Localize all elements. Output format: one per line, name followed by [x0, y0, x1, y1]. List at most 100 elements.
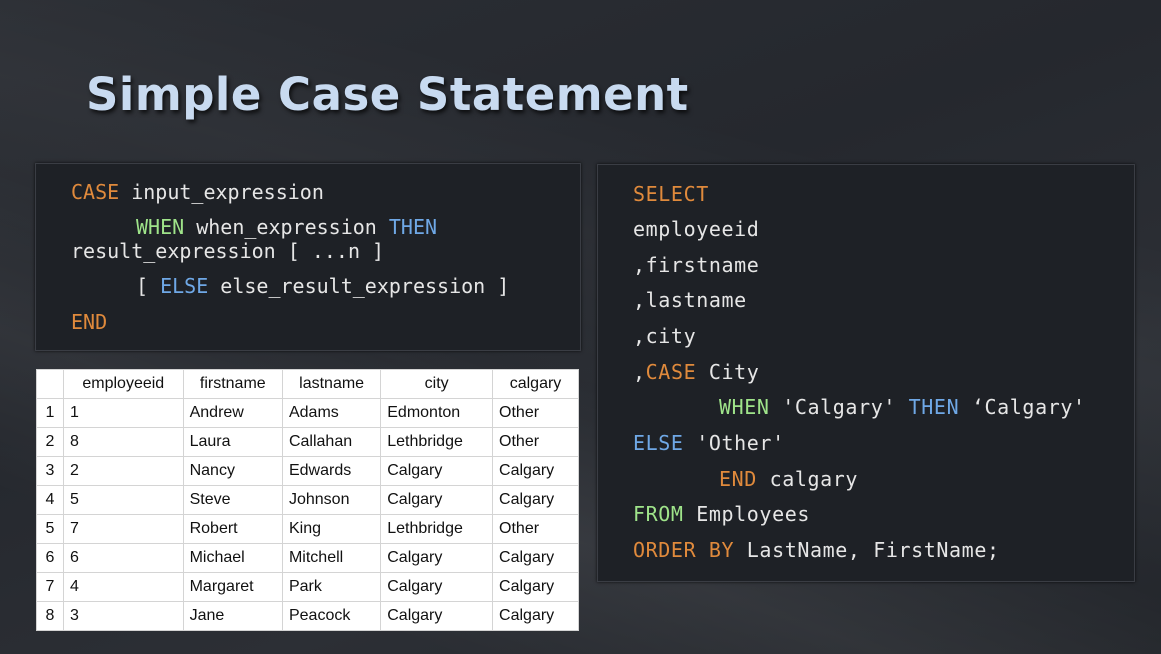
syntax-line-1: CASE input_expression	[71, 180, 324, 204]
query-text: ‘Calgary'	[959, 395, 1086, 419]
query-text: City	[696, 360, 760, 384]
results-grid: employeeid firstname lastname city calga…	[36, 369, 579, 631]
table-cell[interactable]: Other	[492, 514, 579, 544]
keyword-case: CASE	[645, 360, 697, 384]
row-number: 5	[36, 514, 64, 544]
table-cell[interactable]: Johnson	[281, 485, 382, 515]
query-line-2: employeeid	[633, 217, 760, 241]
table-cell[interactable]: Calgary	[380, 456, 494, 486]
table-cell[interactable]: Callahan	[281, 427, 382, 457]
query-text: Employees	[683, 502, 810, 526]
keyword-else: ELSE	[160, 274, 209, 298]
table-cell[interactable]: 5	[63, 485, 184, 515]
table-cell[interactable]: Other	[492, 398, 579, 428]
table-cell[interactable]: Michael	[182, 543, 283, 573]
column-header[interactable]: calgary	[492, 369, 579, 399]
table-cell[interactable]: Calgary	[380, 543, 494, 573]
syntax-text: input_expression	[119, 180, 324, 204]
table-row[interactable]: 7 4 Margaret Park Calgary Calgary	[36, 572, 579, 602]
table-cell[interactable]: Calgary	[492, 456, 579, 486]
query-line-5: ,city	[633, 324, 697, 348]
query-line-1: SELECT	[633, 182, 709, 206]
row-number: 6	[36, 543, 64, 573]
query-line-4: ,lastname	[633, 288, 747, 312]
query-line-8: ELSE 'Other'	[633, 431, 785, 455]
keyword-from: FROM	[633, 502, 684, 526]
row-number: 3	[36, 456, 64, 486]
query-text: calgary	[756, 467, 859, 491]
table-row[interactable]: 5 7 Robert King Lethbridge Other	[36, 514, 579, 544]
table-row[interactable]: 4 5 Steve Johnson Calgary Calgary	[36, 485, 579, 515]
row-number: 7	[36, 572, 64, 602]
table-cell[interactable]: King	[281, 514, 382, 544]
table-cell[interactable]: Edmonton	[380, 398, 494, 428]
keyword-else: ELSE	[633, 431, 684, 455]
table-cell[interactable]: 3	[63, 601, 184, 631]
table-cell[interactable]: 6	[63, 543, 184, 573]
keyword-then: THEN	[908, 395, 960, 419]
table-cell[interactable]: 2	[63, 456, 184, 486]
table-cell[interactable]: Edwards	[281, 456, 382, 486]
syntax-line-5: END	[71, 310, 107, 334]
table-cell[interactable]: Calgary	[492, 485, 579, 515]
table-cell[interactable]: Calgary	[492, 543, 579, 573]
keyword-when: WHEN	[719, 395, 770, 419]
table-cell[interactable]: Calgary	[380, 485, 494, 515]
table-cell[interactable]: Jane	[182, 601, 283, 631]
table-cell[interactable]: 8	[63, 427, 184, 457]
query-line-10: FROM Employees	[633, 502, 810, 526]
query-code-box: SELECT employeeid ,firstname ,lastname ,…	[597, 164, 1135, 582]
row-number: 4	[36, 485, 64, 515]
table-cell[interactable]: Park	[281, 572, 382, 602]
keyword-select: SELECT	[633, 182, 709, 206]
query-line-3: ,firstname	[633, 253, 760, 277]
table-row[interactable]: 8 3 Jane Peacock Calgary Calgary	[36, 601, 579, 631]
table-cell[interactable]: 1	[63, 398, 184, 428]
column-header[interactable]: lastname	[281, 369, 382, 399]
table-cell[interactable]: Adams	[281, 398, 382, 428]
query-line-9: END calgary	[719, 467, 858, 491]
table-cell[interactable]: Peacock	[281, 601, 382, 631]
table-cell[interactable]: Mitchell	[281, 543, 382, 573]
table-cell[interactable]: Calgary	[492, 601, 579, 631]
table-row[interactable]: 2 8 Laura Callahan Lethbridge Other	[36, 427, 579, 457]
column-header[interactable]: employeeid	[63, 369, 184, 399]
syntax-text: else_result_expression ]	[208, 274, 510, 298]
table-cell[interactable]: Nancy	[182, 456, 283, 486]
row-number: 8	[36, 601, 64, 631]
results-header-row: employeeid firstname lastname city calga…	[36, 369, 579, 399]
row-number: 2	[36, 427, 64, 457]
table-cell[interactable]: Andrew	[182, 398, 283, 428]
table-cell[interactable]: Calgary	[492, 572, 579, 602]
table-row[interactable]: 3 2 Nancy Edwards Calgary Calgary	[36, 456, 579, 486]
table-cell[interactable]: Steve	[182, 485, 283, 515]
table-cell[interactable]: Robert	[182, 514, 283, 544]
table-cell[interactable]: Laura	[182, 427, 283, 457]
query-text: 'Calgary'	[769, 395, 909, 419]
table-cell[interactable]: 7	[63, 514, 184, 544]
column-header[interactable]: city	[380, 369, 494, 399]
query-line-6: ,CASE City	[633, 360, 759, 384]
query-line-11: ORDER BY LastName, FirstName;	[633, 538, 1000, 562]
table-cell[interactable]: 4	[63, 572, 184, 602]
table-cell[interactable]: Margaret	[182, 572, 283, 602]
table-cell[interactable]: Lethbridge	[380, 514, 494, 544]
syntax-code-box: CASE input_expression WHEN when_expressi…	[35, 163, 581, 351]
table-cell[interactable]: Other	[492, 427, 579, 457]
table-cell[interactable]: Calgary	[380, 572, 494, 602]
syntax-line-2: WHEN when_expression THEN	[136, 215, 437, 239]
row-number: 1	[36, 398, 64, 428]
table-row[interactable]: 1 1 Andrew Adams Edmonton Other	[36, 398, 579, 428]
query-text: LastName, FirstName;	[734, 538, 1000, 562]
table-cell[interactable]: Lethbridge	[380, 427, 494, 457]
keyword-end: END	[719, 467, 757, 491]
table-row[interactable]: 6 6 Michael Mitchell Calgary Calgary	[36, 543, 579, 573]
syntax-text: when_expression	[184, 215, 389, 239]
query-text: 'Other'	[683, 431, 785, 455]
keyword-end: END	[71, 310, 108, 334]
column-header[interactable]: firstname	[182, 369, 283, 399]
table-cell[interactable]: Calgary	[380, 601, 494, 631]
query-line-7: WHEN 'Calgary' THEN ‘Calgary'	[719, 395, 1086, 419]
slide-title: Simple Case Statement	[86, 68, 689, 121]
keyword-order-by: ORDER BY	[633, 538, 735, 562]
